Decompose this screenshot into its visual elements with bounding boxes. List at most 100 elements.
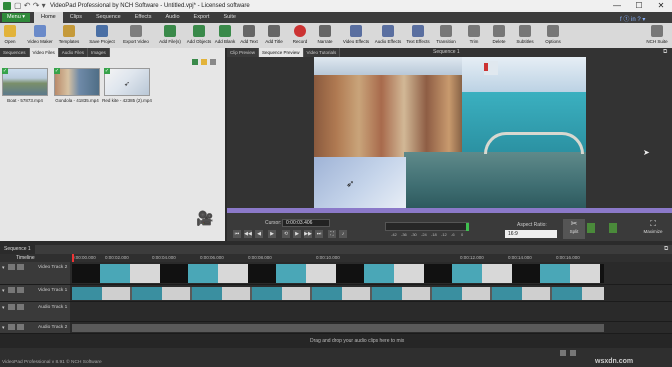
undock-icon[interactable]: ⧉: [664, 246, 668, 253]
audio-clip[interactable]: [72, 324, 604, 332]
templates-button[interactable]: Templates: [57, 25, 81, 44]
frame-forward-icon[interactable]: ▶: [293, 230, 301, 238]
add-text-button[interactable]: Add Text: [239, 25, 259, 44]
transition-button[interactable]: Transition: [434, 25, 458, 44]
menu-button[interactable]: Menu ▾: [2, 13, 31, 22]
timeline-ruler[interactable]: Timeline 0:00:00.000 0:00:02.000 0:00:04…: [0, 254, 672, 262]
lock-icon[interactable]: [17, 287, 24, 293]
export-frame-icon[interactable]: [609, 223, 617, 233]
go-to-start-icon[interactable]: ⏮: [233, 230, 241, 238]
tab-video-files[interactable]: Video Files: [29, 48, 59, 57]
snapshot-icon[interactable]: [587, 223, 595, 233]
lock-icon[interactable]: [17, 264, 24, 270]
maximize-preview-button[interactable]: ⛶ Maximize: [637, 219, 669, 239]
narrate-button[interactable]: Narrate: [315, 25, 335, 44]
add-objects-button[interactable]: Add Objects: [186, 25, 212, 44]
visibility-icon[interactable]: [8, 264, 15, 270]
delete-button[interactable]: Delete: [490, 25, 508, 44]
tab-audio[interactable]: Audio: [158, 12, 186, 23]
video-clip[interactable]: [72, 264, 604, 283]
timeline-scrollbar[interactable]: [0, 348, 672, 358]
zoom-in-icon[interactable]: [570, 350, 576, 356]
split-icon: ✂: [570, 219, 578, 228]
solo-icon[interactable]: [17, 304, 24, 310]
frame-back-icon[interactable]: ◀: [255, 230, 263, 238]
fullscreen-icon[interactable]: ⛶: [328, 230, 336, 238]
audio-effects-button[interactable]: Audio Effects: [374, 25, 402, 44]
media-filename: Red kite - 42385 (2).mp4: [102, 98, 152, 103]
tab-export[interactable]: Export: [187, 12, 217, 23]
tab-home[interactable]: Home: [34, 12, 63, 23]
tab-clip-preview[interactable]: Clip Preview: [227, 48, 260, 57]
save-project-button[interactable]: Save Project: [88, 25, 116, 44]
options-icon: [547, 25, 559, 37]
trim-button[interactable]: Trim: [466, 25, 482, 44]
aspect-ratio-label: Aspect Ratio:: [517, 222, 547, 228]
add-title-button[interactable]: Add Title: [264, 25, 284, 44]
solo-icon[interactable]: [17, 324, 24, 330]
add-files-button[interactable]: Add File(s): [158, 25, 182, 44]
sequence-tab[interactable]: Sequence 1: [0, 245, 35, 254]
volume-icon[interactable]: ♪: [339, 230, 347, 238]
step-back-icon[interactable]: ◀◀: [244, 230, 252, 238]
step-forward-icon[interactable]: ▶▶: [304, 230, 312, 238]
undock-icon[interactable]: ⧉: [663, 49, 667, 56]
audio-drop-zone[interactable]: Drag and drop your audio clips here to m…: [0, 334, 672, 348]
collapse-icon[interactable]: ▾: [2, 325, 5, 331]
loop-icon[interactable]: ⟲: [282, 230, 290, 238]
tab-effects[interactable]: Effects: [128, 12, 159, 23]
tab-images[interactable]: Images: [88, 48, 110, 57]
subtitles-button[interactable]: Subtitles: [513, 25, 537, 44]
minimize-button[interactable]: —: [606, 0, 628, 12]
zoom-out-icon[interactable]: [560, 350, 566, 356]
media-thumbnail[interactable]: [2, 68, 48, 96]
social-icons[interactable]: f ⓣ in ? ▾: [620, 14, 645, 23]
track-header: ▾ Video Track 2: [0, 262, 70, 284]
tab-audio-files[interactable]: Audio Files: [59, 48, 88, 57]
tab-sequence[interactable]: Sequence: [89, 12, 128, 23]
suite-icon: [651, 25, 663, 37]
open-button[interactable]: Open: [2, 25, 18, 44]
collapse-icon[interactable]: ▾: [2, 288, 5, 294]
export-video-button[interactable]: Export Video: [122, 25, 150, 44]
aspect-ratio-select[interactable]: 16:9: [505, 230, 557, 238]
tab-sequence-preview[interactable]: Sequence Preview: [259, 48, 304, 57]
folder-icon: [4, 25, 16, 37]
split-button[interactable]: ✂ Split: [563, 219, 585, 239]
video-maker-button[interactable]: Video Maker: [26, 25, 54, 44]
video-clip[interactable]: [72, 287, 604, 300]
cursor-time-field[interactable]: 0:00:03.406: [282, 219, 330, 227]
video-effects-button[interactable]: Video Effects: [342, 25, 370, 44]
close-button[interactable]: ✕: [650, 0, 672, 12]
media-thumbnail[interactable]: [54, 68, 100, 96]
audio-level-peak: [466, 223, 469, 231]
tab-sequences[interactable]: Sequences: [0, 48, 30, 57]
mute-icon[interactable]: [8, 324, 15, 330]
transition-icon: [440, 25, 452, 37]
video-preview[interactable]: ➶: [314, 57, 586, 208]
collapse-icon[interactable]: ▾: [2, 265, 5, 271]
add-media-icon[interactable]: [192, 59, 198, 65]
add-blank-button[interactable]: Add Blank: [214, 25, 236, 44]
view-mode-icon[interactable]: [210, 59, 216, 65]
collapse-icon[interactable]: ▾: [2, 305, 5, 311]
visibility-icon[interactable]: [8, 287, 15, 293]
media-filename: Boat - 57873.mp4: [7, 98, 43, 103]
go-to-end-icon[interactable]: ⏭: [315, 230, 323, 238]
maximize-button[interactable]: ☐: [628, 0, 650, 12]
text-effects-button[interactable]: Text Effects: [405, 25, 431, 44]
play-icon[interactable]: ▶: [268, 230, 276, 238]
quick-access-icons[interactable]: ▢ ↶ ↷ ▾: [14, 1, 46, 10]
mute-icon[interactable]: [8, 304, 15, 310]
tab-suite[interactable]: Suite: [216, 12, 243, 23]
folder-view-icon[interactable]: [201, 59, 207, 65]
tab-clips[interactable]: Clips: [63, 12, 89, 23]
tab-video-tutorials[interactable]: Video Tutorials: [304, 48, 341, 57]
record-button[interactable]: Record: [290, 25, 310, 44]
options-button[interactable]: Options: [542, 25, 564, 44]
add-blank-icon: [219, 25, 231, 37]
delete-icon: [493, 25, 505, 37]
nch-suite-button[interactable]: NCH Suite: [644, 25, 670, 44]
audio-effects-icon: [382, 25, 394, 37]
playhead[interactable]: [72, 254, 74, 262]
